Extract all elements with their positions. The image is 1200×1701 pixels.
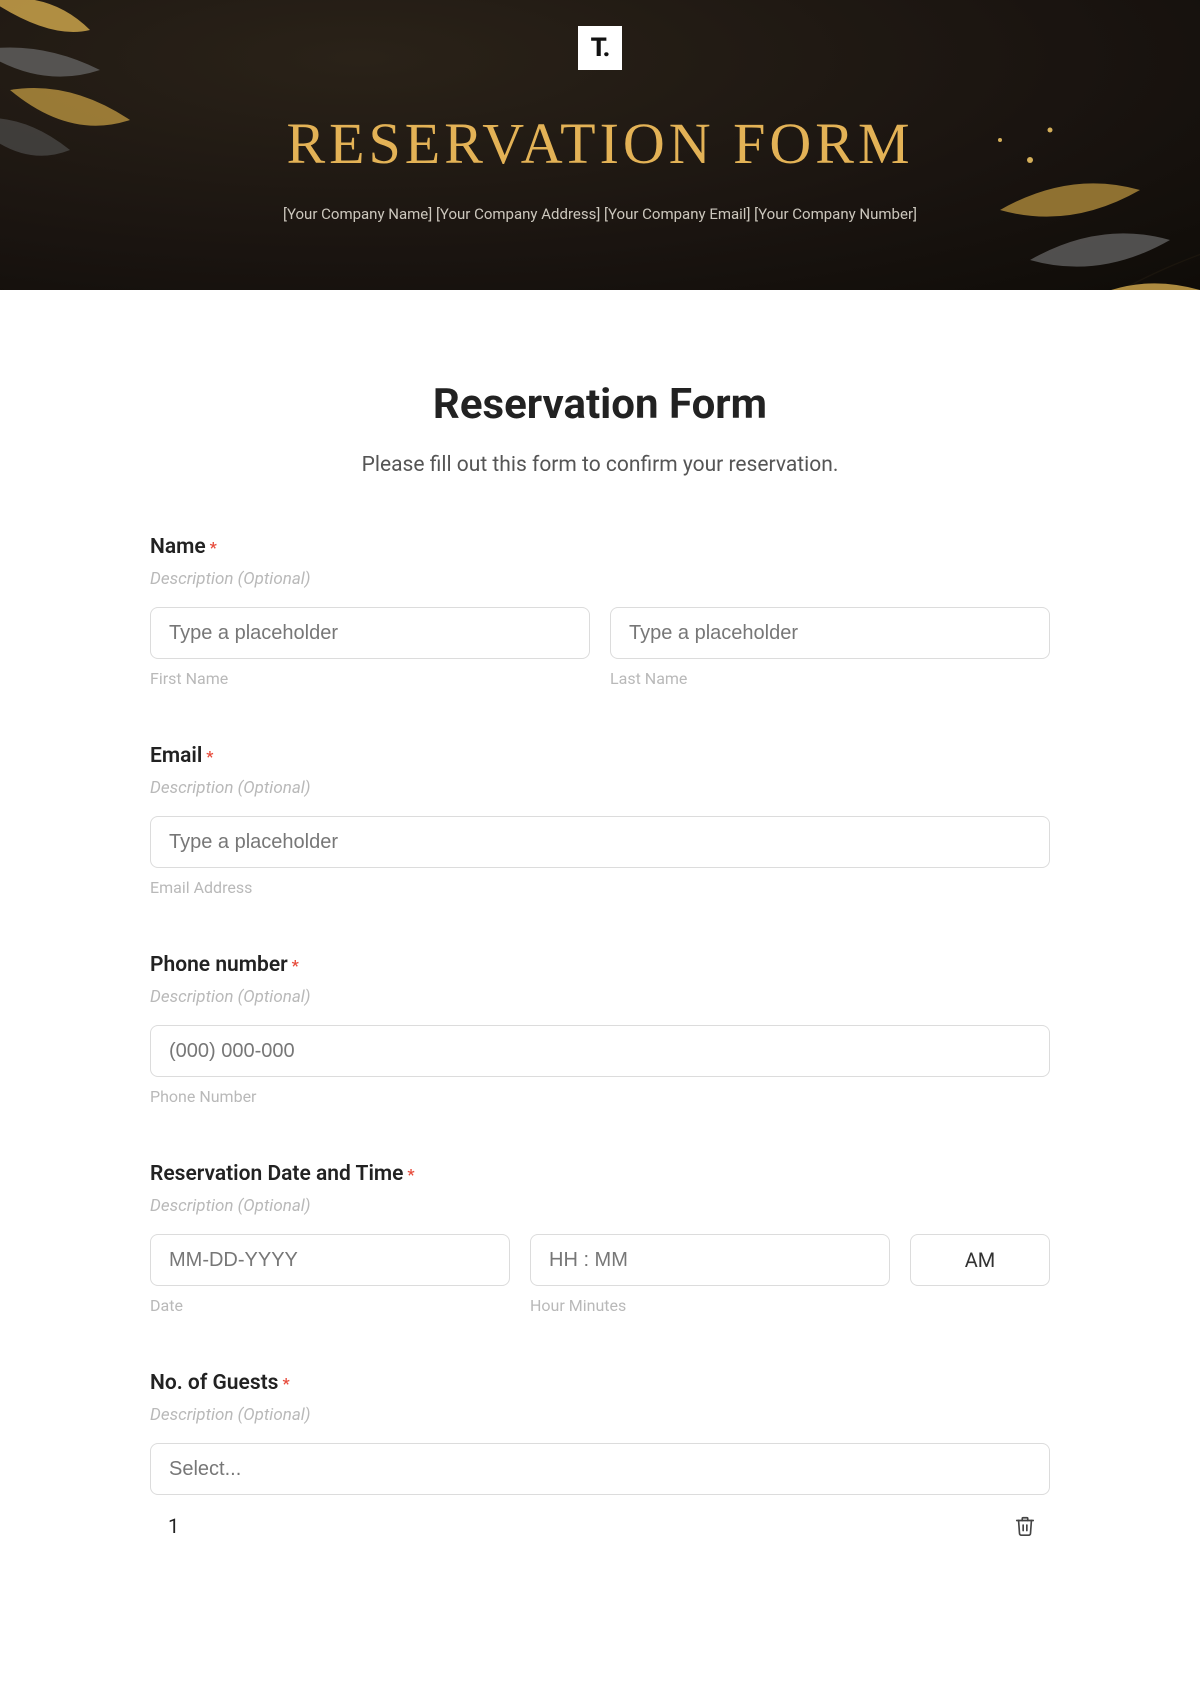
first-name-sublabel: First Name [150, 669, 590, 688]
name-description[interactable]: Description (Optional) [150, 569, 1050, 589]
email-label: Email [150, 744, 202, 768]
form-title: Reservation Form [150, 380, 1050, 429]
trash-icon [1014, 1515, 1036, 1537]
date-input[interactable] [150, 1234, 510, 1286]
email-sublabel: Email Address [150, 878, 1050, 897]
ampm-toggle[interactable]: AM [910, 1234, 1050, 1286]
hero-banner: T. Reservation Form [Your Company Name] … [0, 0, 1200, 290]
first-name-input[interactable] [150, 607, 590, 659]
guests-select[interactable] [150, 1443, 1050, 1495]
datetime-description[interactable]: Description (Optional) [150, 1196, 1050, 1216]
phone-label: Phone number [150, 953, 288, 977]
last-name-sublabel: Last Name [610, 669, 1050, 688]
delete-option-button[interactable] [1010, 1511, 1040, 1541]
name-label: Name [150, 535, 206, 559]
hero-subtitle: [Your Company Name] [Your Company Addres… [283, 205, 917, 223]
leaf-decoration-top-left [0, 0, 190, 180]
guests-option-row: 1 [150, 1511, 1050, 1541]
email-input[interactable] [150, 816, 1050, 868]
hero-title: Reservation Form [286, 110, 913, 177]
time-input[interactable] [530, 1234, 890, 1286]
phone-sublabel: Phone Number [150, 1087, 1050, 1106]
time-sublabel: Hour Minutes [530, 1296, 890, 1315]
field-email: Email * Description (Optional) Email Add… [150, 744, 1050, 897]
guests-label: No. of Guests [150, 1371, 278, 1395]
logo-text: T. [591, 33, 610, 63]
required-mark: * [407, 1165, 414, 1184]
guests-option-1[interactable]: 1 [168, 1514, 179, 1538]
phone-description[interactable]: Description (Optional) [150, 987, 1050, 1007]
phone-input[interactable] [150, 1025, 1050, 1077]
required-mark: * [210, 538, 217, 557]
field-name: Name * Description (Optional) First Name… [150, 535, 1050, 688]
guests-description[interactable]: Description (Optional) [150, 1405, 1050, 1425]
field-datetime: Reservation Date and Time * Description … [150, 1162, 1050, 1315]
required-mark: * [292, 956, 299, 975]
field-phone: Phone number * Description (Optional) Ph… [150, 953, 1050, 1106]
email-description[interactable]: Description (Optional) [150, 778, 1050, 798]
field-guests: No. of Guests * Description (Optional) 1 [150, 1371, 1050, 1541]
logo: T. [578, 26, 622, 70]
leaf-decoration-bottom-right [970, 110, 1200, 290]
required-mark: * [206, 747, 213, 766]
form-subtitle: Please fill out this form to confirm you… [150, 453, 1050, 477]
date-sublabel: Date [150, 1296, 510, 1315]
form-container: Reservation Form Please fill out this fo… [130, 290, 1070, 1581]
required-mark: * [282, 1374, 289, 1393]
datetime-label: Reservation Date and Time [150, 1162, 403, 1186]
last-name-input[interactable] [610, 607, 1050, 659]
